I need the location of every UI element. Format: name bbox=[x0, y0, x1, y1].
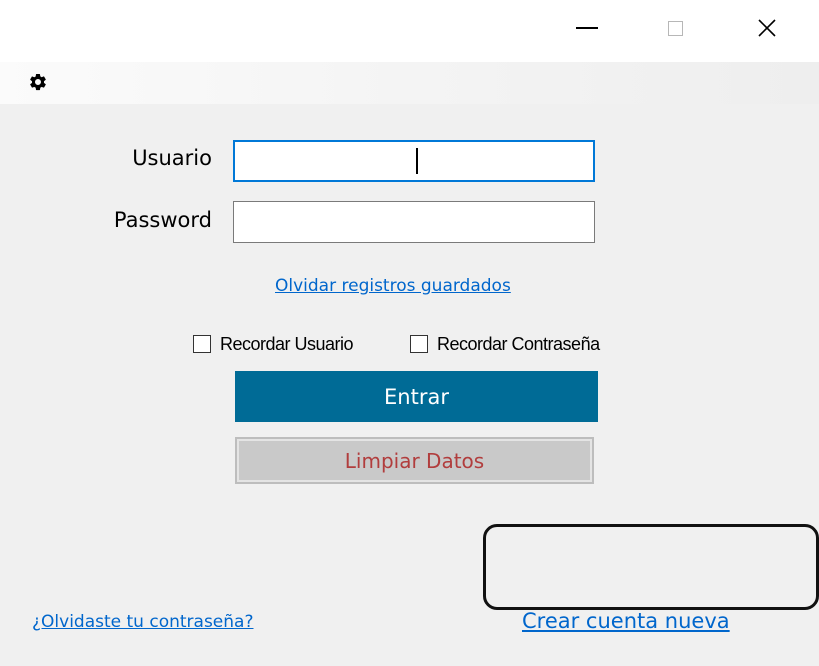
forgot-password-link[interactable]: ¿Olvidaste tu contraseña? bbox=[32, 612, 253, 632]
remember-password-checkbox[interactable]: Recordar Contraseña bbox=[410, 332, 600, 356]
remember-user-label: Recordar Usuario bbox=[220, 333, 354, 354]
username-label: Usuario bbox=[132, 146, 212, 170]
remember-user-checkbox[interactable]: Recordar Usuario bbox=[193, 332, 354, 356]
maximize-button[interactable] bbox=[650, 6, 700, 50]
remember-password-label: Recordar Contraseña bbox=[437, 333, 600, 354]
close-icon bbox=[758, 19, 776, 37]
toolbar bbox=[0, 62, 819, 104]
minimize-button[interactable] bbox=[562, 6, 612, 50]
create-account-link[interactable]: Crear cuenta nueva bbox=[522, 609, 730, 633]
forget-saved-records-link[interactable]: Olvidar registros guardados bbox=[275, 276, 511, 296]
maximize-icon bbox=[667, 20, 683, 36]
password-label: Password bbox=[113, 208, 212, 232]
close-button[interactable] bbox=[742, 6, 792, 50]
minimize-icon bbox=[576, 27, 598, 29]
gear-icon[interactable] bbox=[28, 72, 48, 92]
password-input[interactable] bbox=[233, 201, 595, 243]
checkbox-box[interactable] bbox=[410, 335, 428, 353]
text-caret bbox=[416, 148, 418, 174]
checkbox-box[interactable] bbox=[193, 335, 211, 353]
login-button[interactable]: Entrar bbox=[235, 371, 598, 422]
clear-data-button[interactable]: Limpiar Datos bbox=[235, 437, 594, 484]
title-bar bbox=[0, 0, 819, 62]
login-form-area: Usuario Password Olvidar registros guard… bbox=[0, 62, 819, 666]
username-input[interactable] bbox=[233, 140, 595, 182]
